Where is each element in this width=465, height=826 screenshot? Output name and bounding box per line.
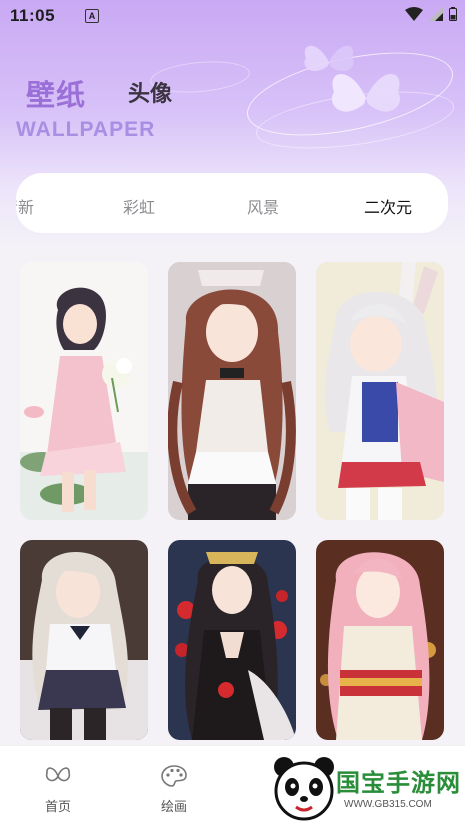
a-letter-icon: A — [85, 9, 100, 23]
butterfly-icon — [331, 73, 401, 112]
nav-painting-label: 绘画 — [160, 800, 187, 815]
page-title[interactable]: 壁纸 — [26, 72, 86, 114]
status-bar: 11:05 A — [0, 0, 465, 32]
signal-icon — [429, 7, 443, 21]
watermark-url: WWW.GB315.COM — [344, 799, 432, 810]
palette-icon — [161, 765, 187, 787]
tab-fresh[interactable]: 清新 — [16, 194, 34, 218]
watermark-text: 国宝手游网 — [336, 769, 461, 797]
wallpaper-app-screen: 11:05 A 壁纸 头像 WALLPAPER 清新 彩虹 风景 二次元 — [0, 0, 465, 826]
wifi-icon — [405, 7, 423, 21]
category-tab-bar: 清新 彩虹 风景 二次元 — [16, 173, 448, 233]
wallpaper-card[interactable] — [316, 540, 444, 740]
tab-scenery[interactable]: 风景 — [247, 194, 279, 218]
wallpaper-card[interactable] — [168, 262, 296, 520]
wallpaper-card[interactable] — [168, 540, 296, 740]
tab-anime[interactable]: 二次元 — [364, 194, 412, 218]
panda-logo-icon — [274, 757, 334, 821]
nav-home-label: 首页 — [44, 800, 71, 815]
battery-icon — [449, 7, 457, 21]
title-english: WALLPAPER — [16, 118, 156, 141]
tab-rainbow[interactable]: 彩虹 — [123, 194, 155, 218]
wallpaper-card[interactable] — [316, 262, 444, 520]
wallpaper-card[interactable] — [20, 540, 148, 740]
status-time: 11:05 — [10, 6, 56, 25]
avatar-tab-title[interactable]: 头像 — [128, 76, 172, 108]
nav-home[interactable]: 首页 — [28, 764, 88, 815]
site-watermark: 国宝手游网 WWW.GB315.COM — [272, 755, 462, 823]
butterfly-icon — [45, 767, 71, 782]
wallpaper-card[interactable] — [20, 262, 148, 520]
nav-painting[interactable]: 绘画 — [144, 764, 204, 815]
